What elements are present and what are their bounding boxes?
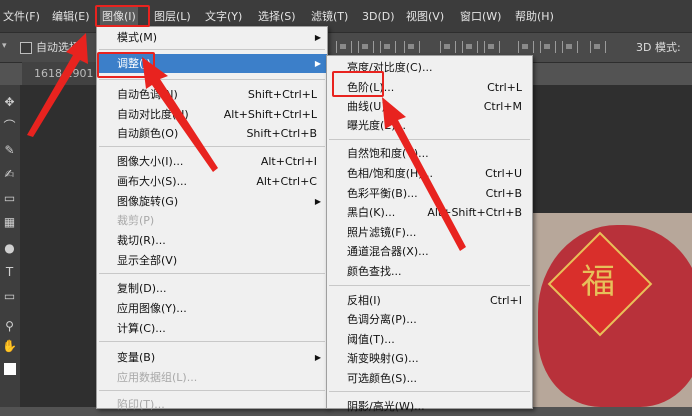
menu-item-auto-contrast[interactable]: 自动对比度(U) Alt+Shift+Ctrl+L	[97, 105, 327, 124]
menu-item-calculations[interactable]: 计算(C)...	[97, 319, 327, 338]
menu-divider	[99, 79, 325, 80]
menu-divider	[99, 273, 325, 274]
distribute-left-icon[interactable]	[518, 41, 534, 53]
menu-file[interactable]: 文件(F)	[1, 7, 42, 26]
menu-divider	[329, 139, 530, 140]
lasso-tool-icon[interactable]: ⌒	[2, 119, 17, 134]
submenu-arrow-icon: ▶	[314, 197, 321, 206]
move-tool-icon[interactable]: ✥	[2, 95, 17, 110]
menu-filter[interactable]: 滤镜(T)	[309, 7, 350, 26]
type-tool-icon[interactable]: T	[2, 265, 17, 280]
distribute-bottom-icon[interactable]	[484, 41, 500, 53]
menu-item-brightness-contrast[interactable]: 亮度/对比度(C)...	[327, 58, 532, 77]
menu-divider	[99, 341, 325, 342]
menu-item-vibrance[interactable]: 自然饱和度(V)...	[327, 144, 532, 163]
menu-item-trim[interactable]: 裁切(R)...	[97, 231, 327, 250]
menu-item-threshold[interactable]: 阈值(T)...	[327, 330, 532, 349]
distribute-top-icon[interactable]	[440, 41, 456, 53]
photo-preview: 福	[533, 213, 692, 407]
menu-item-exposure[interactable]: 曝光度(E)...	[327, 116, 532, 135]
3d-mode-label: 3D 模式:	[636, 41, 681, 54]
menu-item-color-lookup[interactable]: 颜色查找...	[327, 262, 532, 281]
eraser-tool-icon[interactable]: ▭	[2, 191, 17, 206]
align-top-icon[interactable]	[336, 41, 352, 53]
menu-item-photo-filter[interactable]: 照片滤镜(F)...	[327, 223, 532, 242]
menu-divider	[329, 391, 530, 392]
auto-select-label: 自动选择	[36, 41, 80, 54]
menu-item-crop: 裁剪(P)	[117, 214, 155, 227]
gradient-tool-icon[interactable]: ▦	[2, 215, 17, 230]
dodge-tool-icon[interactable]: ●	[2, 241, 17, 256]
menu-item-apply-data-set: 应用数据组(L)...	[117, 371, 198, 384]
menu-item-selective-color[interactable]: 可选颜色(S)...	[327, 369, 532, 388]
menu-item-posterize[interactable]: 色调分离(P)...	[327, 310, 532, 329]
submenu-arrow-icon: ▶	[314, 59, 321, 68]
menu-item-duplicate[interactable]: 复制(D)...	[97, 279, 327, 298]
menu-type[interactable]: 文字(Y)	[203, 7, 244, 26]
menu-select[interactable]: 选择(S)	[256, 7, 298, 26]
menu-item-mode[interactable]: 模式(M) ▶	[97, 28, 327, 47]
menu-item-auto-tone[interactable]: 自动色调(N) Shift+Ctrl+L	[97, 85, 327, 104]
menu-item-channel-mixer[interactable]: 通道混合器(X)...	[327, 242, 532, 261]
align-bottom-icon[interactable]	[380, 41, 396, 53]
menu-divider	[99, 49, 325, 50]
menu-divider	[329, 285, 530, 286]
menu-3d[interactable]: 3D(D)	[360, 7, 397, 26]
menu-item-image-rotation[interactable]: 图像旋转(G) ▶	[97, 192, 327, 211]
menu-item-color-balance[interactable]: 色彩平衡(B)... Ctrl+B	[327, 184, 532, 203]
zoom-tool-icon[interactable]: ⚲	[2, 319, 17, 334]
menu-item-apply-image[interactable]: 应用图像(Y)...	[97, 299, 327, 318]
menu-item-gradient-map[interactable]: 渐变映射(G)...	[327, 349, 532, 368]
menu-edit[interactable]: 编辑(E)	[50, 7, 92, 26]
menu-item-levels[interactable]: 色阶(L)... Ctrl+L	[327, 78, 532, 97]
menu-divider	[99, 146, 325, 147]
menu-item-adjustments[interactable]: 调整(J) ▶	[97, 54, 327, 73]
menu-item-hue-saturation[interactable]: 色相/饱和度(H)... Ctrl+U	[327, 164, 532, 183]
auto-select-checkbox[interactable]	[20, 42, 32, 54]
shape-tool-icon[interactable]: ▭	[2, 289, 17, 304]
submenu-arrow-icon: ▶	[314, 33, 321, 42]
distribute-hcenter-icon[interactable]	[540, 41, 556, 53]
menu-help[interactable]: 帮助(H)	[513, 7, 556, 26]
eyedropper-tool-icon[interactable]: ✎	[2, 143, 17, 158]
menu-item-canvas-size[interactable]: 画布大小(S)... Alt+Ctrl+C	[97, 172, 327, 191]
hand-tool-icon[interactable]: ✋	[2, 339, 17, 354]
auto-align-icon[interactable]	[590, 41, 606, 53]
menu-item-auto-color[interactable]: 自动颜色(O) Shift+Ctrl+B	[97, 124, 327, 143]
adjustments-submenu: 亮度/对比度(C)... 色阶(L)... Ctrl+L 曲线(U)... Ct…	[326, 55, 533, 413]
fu-charm-glyph: 福	[581, 262, 615, 302]
foreground-color-swatch[interactable]	[4, 363, 16, 375]
menu-layer[interactable]: 图层(L)	[152, 7, 193, 26]
distribute-vcenter-icon[interactable]	[462, 41, 478, 53]
menu-item-variables[interactable]: 变量(B) ▶	[97, 348, 327, 367]
menu-item-reveal-all[interactable]: 显示全部(V)	[97, 251, 327, 270]
align-vcenter-icon[interactable]	[358, 41, 374, 53]
menu-item-trap: 陷印(T)...	[117, 398, 165, 411]
brush-tool-icon[interactable]: ✍	[2, 167, 17, 182]
distribute-right-icon[interactable]	[562, 41, 578, 53]
align-left-icon[interactable]	[404, 41, 420, 53]
menu-divider	[99, 390, 325, 391]
menu-view[interactable]: 视图(V)	[404, 7, 446, 26]
submenu-arrow-icon: ▶	[314, 353, 321, 362]
dropdown-icon[interactable]: ▾	[2, 41, 7, 51]
image-menu: 模式(M) ▶ 调整(J) ▶ 自动色调(N) Shift+Ctrl+L 自动对…	[96, 26, 328, 411]
menu-item-image-size[interactable]: 图像大小(I)... Alt+Ctrl+I	[97, 152, 327, 171]
menu-window[interactable]: 窗口(W)	[458, 7, 503, 26]
menu-item-invert[interactable]: 反相(I) Ctrl+I	[327, 291, 532, 310]
menu-item-black-white[interactable]: 黑白(K)... Alt+Shift+Ctrl+B	[327, 203, 532, 222]
menu-item-curves[interactable]: 曲线(U)... Ctrl+M	[327, 97, 532, 116]
tools-panel: ✥ ⌒ ✎ ✍ ▭ ▦ ● T ▭ ⚲ ✋	[0, 85, 20, 407]
menu-image[interactable]: 图像(I)	[100, 7, 138, 26]
